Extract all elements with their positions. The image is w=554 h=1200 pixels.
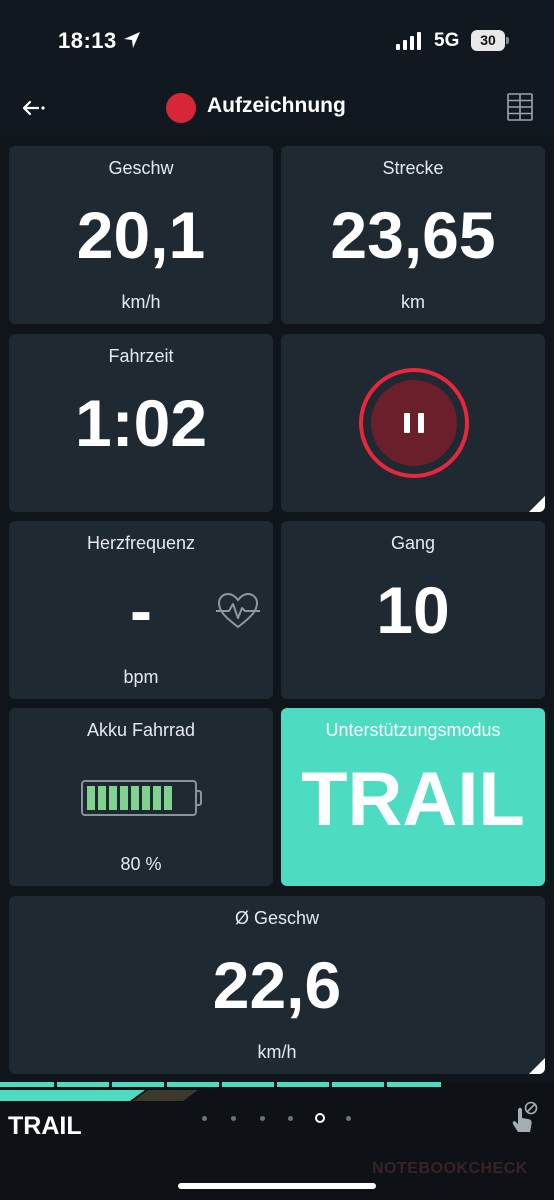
pause-icon (371, 380, 457, 466)
page-dot-active[interactable] (315, 1113, 325, 1123)
avg-speed-label: Ø Geschw (234, 908, 320, 928)
distance-value: 23,65 (330, 198, 496, 272)
bike-battery-value: 80 % (120, 854, 162, 874)
battery-tip (506, 37, 509, 44)
avg-speed-unit: km/h (257, 1042, 297, 1062)
speed-unit: km/h (121, 292, 161, 312)
assist-level-strip (0, 1082, 441, 1101)
app-header: Aufzeichnung (0, 80, 554, 136)
cellular-signal-icon (396, 32, 421, 50)
ride-time-label: Fahrzeit (108, 346, 174, 366)
battery-segment (131, 786, 139, 810)
tile-assist-mode[interactable]: Unterstützungsmodus TRAIL (281, 708, 545, 886)
watermark: NOTEBOOKCHECK (372, 1160, 528, 1177)
tile-ride-time[interactable]: Fahrzeit 1:02 (9, 334, 273, 512)
expand-corner-icon[interactable] (529, 1058, 545, 1074)
gear-value: 10 (376, 573, 450, 647)
pause-bar-right (418, 413, 424, 433)
heart-rate-unit: bpm (123, 667, 159, 687)
page-dot[interactable] (288, 1116, 293, 1121)
tile-speed[interactable]: Geschw 20,1 km/h (9, 146, 273, 324)
heart-rate-icon (216, 592, 260, 629)
battery-segment (142, 786, 150, 810)
avg-speed-value: 22,6 (212, 948, 342, 1022)
assist-mode-label: Unterstützungsmodus (325, 720, 501, 740)
tile-gear[interactable]: Gang 10 (281, 521, 545, 699)
tile-avg-speed[interactable]: Ø Geschw 22,6 km/h (9, 896, 545, 1074)
battery-segment (164, 786, 172, 810)
back-arrow-icon[interactable] (16, 90, 52, 126)
pause-bar-left (404, 413, 410, 433)
bike-battery-cap (197, 790, 202, 806)
battery-segment (153, 786, 161, 810)
battery-segment (109, 786, 117, 810)
layout-grid-icon[interactable] (506, 92, 534, 122)
home-indicator[interactable] (178, 1183, 376, 1189)
distance-label: Strecke (382, 158, 444, 178)
tile-bike-battery[interactable]: Akku Fahrrad 80 % (9, 708, 273, 886)
battery-segment (98, 786, 106, 810)
bike-battery-icon (81, 780, 197, 816)
record-icon (166, 93, 196, 123)
bike-battery-label: Akku Fahrrad (86, 720, 196, 740)
distance-unit: km (401, 292, 425, 312)
phone-battery-icon: 30 (471, 30, 505, 51)
assist-mode-value: TRAIL (301, 757, 525, 842)
page-title: Aufzeichnung (207, 94, 346, 117)
page-dot[interactable] (231, 1116, 236, 1121)
speed-value: 20,1 (76, 198, 206, 272)
touch-icon[interactable] (508, 1100, 540, 1134)
tile-distance[interactable]: Strecke 23,65 km (281, 146, 545, 324)
expand-corner-icon[interactable] (529, 496, 545, 512)
network-type: 5G (434, 30, 460, 51)
status-bar: 18:13 5G 30 (0, 0, 554, 80)
speed-label: Geschw (108, 158, 174, 178)
location-arrow-icon (124, 32, 140, 48)
phone-battery-level: 30 (480, 32, 496, 48)
battery-segment (120, 786, 128, 810)
tile-pause (281, 334, 545, 512)
battery-segment (87, 786, 95, 810)
dashboard: Geschw 20,1 km/h Strecke 23,65 km Fahrze… (0, 136, 554, 1082)
tile-heart-rate[interactable]: Herzfrequenz - bpm (9, 521, 273, 699)
ride-time-value: 1:02 (74, 386, 208, 460)
page-dot[interactable] (260, 1116, 265, 1121)
gear-label: Gang (390, 533, 436, 553)
bottom-mode-label: TRAIL (8, 1112, 82, 1140)
page-dot[interactable] (202, 1116, 207, 1121)
pause-button[interactable] (359, 368, 469, 478)
status-time: 18:13 (58, 28, 117, 53)
heart-rate-label: Herzfrequenz (86, 533, 196, 553)
page-dot[interactable] (346, 1116, 351, 1121)
